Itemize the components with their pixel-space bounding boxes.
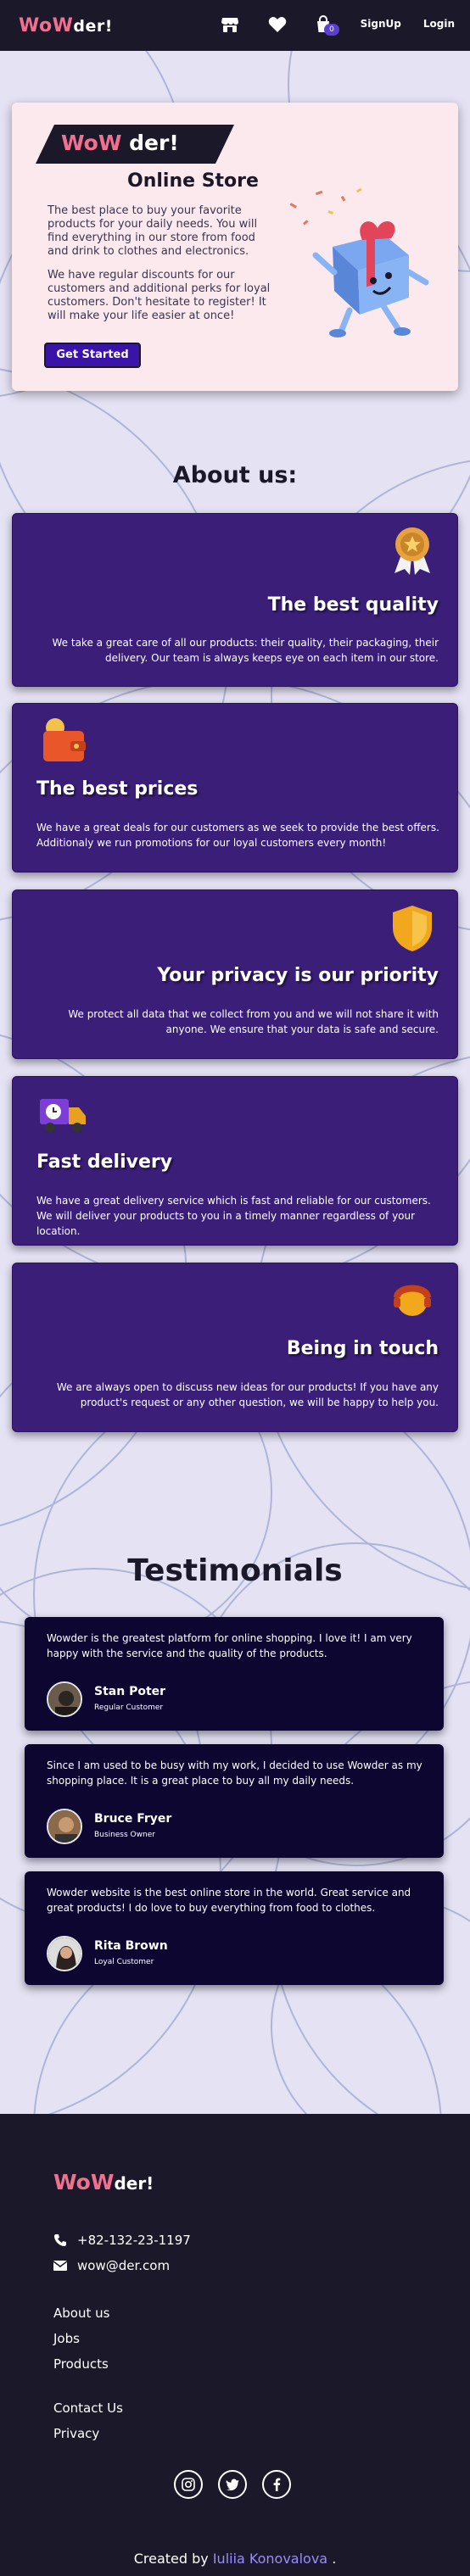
feature-title: The best quality: [267, 594, 439, 616]
feature-text: We take a great care of all our products…: [52, 637, 439, 664]
hero-title: Online Store: [127, 170, 259, 192]
hero-card: WoW der! Online Store The best place to …: [12, 103, 458, 391]
heart-icon[interactable]: [266, 14, 288, 36]
avatar: [47, 1809, 82, 1844]
footer-email[interactable]: wow@der.com: [53, 2258, 170, 2273]
footer-link-jobs[interactable]: Jobs: [53, 2331, 80, 2346]
footer-link-about[interactable]: About us: [53, 2306, 109, 2321]
site-logo[interactable]: WoWder!: [19, 15, 113, 36]
site-footer: WoWder! +82-132-23-1197 wow@der.com Abou…: [0, 2114, 470, 2576]
feature-text: We have a great delivery service which i…: [36, 1195, 431, 1237]
feature-text: We are always open to discuss new ideas …: [56, 1381, 439, 1408]
facebook-icon[interactable]: [262, 2470, 291, 2499]
store-icon[interactable]: [219, 14, 241, 36]
feature-text: We have a great deals for our customers …: [36, 822, 439, 849]
credit-author-link[interactable]: Iuliia Konovalova: [213, 2551, 327, 2567]
avatar: [47, 1681, 82, 1717]
testimonial-role: Business Owner: [94, 1831, 155, 1839]
footer-link-privacy[interactable]: Privacy: [53, 2426, 99, 2441]
hero-paragraph-2: We have regular discounts for our custom…: [48, 269, 271, 322]
social-links: [174, 2470, 291, 2499]
get-started-button[interactable]: Get Started: [44, 343, 141, 368]
gift-box-mascot-icon: [289, 187, 429, 337]
feature-card-delivery: Fast delivery We have a great delivery s…: [12, 1076, 458, 1246]
feature-title: The best prices: [36, 778, 199, 800]
auth-links: SignUp Login: [361, 18, 455, 30]
hero-paragraph-1: The best place to buy your favorite prod…: [48, 204, 258, 258]
site-header: WoWder! 0 SignUp Login: [0, 0, 470, 51]
footer-logo-wow: WoW: [53, 2170, 115, 2194]
login-link[interactable]: Login: [423, 18, 455, 30]
testimonial-role: Regular Customer: [94, 1703, 164, 1712]
logo-wow: WoW: [19, 14, 74, 36]
footer-logo[interactable]: WoWder!: [53, 2170, 154, 2194]
feature-card-quality: The best quality We take a great care of…: [12, 513, 458, 687]
support-agent-icon: [394, 1285, 431, 1316]
testimonial-card: Wowder website is the best online store …: [25, 1871, 444, 1985]
feature-card-support: Being in touch We are always open to dis…: [12, 1263, 458, 1432]
feature-card-prices: The best prices We have a great deals fo…: [12, 703, 458, 873]
email-icon: [53, 2261, 67, 2271]
medal-icon: [394, 527, 430, 575]
footer-logo-der: der!: [114, 2173, 154, 2194]
testimonial-text: Since I am used to be busy with my work,…: [47, 1759, 422, 1787]
phone-icon: [54, 2234, 66, 2246]
feature-title: Being in touch: [286, 1338, 439, 1359]
testimonial-card: Since I am used to be busy with my work,…: [25, 1744, 444, 1858]
footer-link-products[interactable]: Products: [53, 2356, 109, 2372]
signup-link[interactable]: SignUp: [361, 18, 401, 30]
feature-title: Your privacy is our priority: [157, 965, 439, 986]
testimonial-text: Wowder website is the best online store …: [47, 1887, 411, 1914]
main-content: WoW der! Online Store The best place to …: [0, 51, 470, 2114]
cart-count-badge: 0: [324, 24, 339, 36]
cart-icon[interactable]: 0: [312, 14, 339, 36]
credit-suffix: .: [327, 2551, 337, 2567]
twitter-icon[interactable]: [218, 2470, 247, 2499]
footer-link-contact[interactable]: Contact Us: [53, 2400, 123, 2416]
footer-phone[interactable]: +82-132-23-1197: [53, 2233, 191, 2248]
credit-prefix: Created by: [133, 2551, 213, 2567]
avatar: [47, 1936, 82, 1971]
footer-email-text: wow@der.com: [77, 2258, 171, 2273]
footer-credit: Created by Iuliia Konovalova .: [0, 2551, 470, 2567]
testimonial-role: Loyal Customer: [94, 1958, 154, 1966]
testimonial-name: Stan Poter: [94, 1685, 166, 1698]
hero-logo-wow: WoW: [61, 131, 122, 155]
instagram-icon[interactable]: [174, 2470, 203, 2499]
truck-icon: [40, 1099, 86, 1133]
testimonial-name: Bruce Fryer: [94, 1812, 172, 1826]
wallet-icon: [43, 718, 86, 761]
testimonial-text: Wowder is the greatest platform for onli…: [47, 1632, 412, 1659]
hero-logo-der: der!: [129, 131, 179, 155]
feature-card-privacy: Your privacy is our priority We protect …: [12, 889, 458, 1059]
hero-logo: WoW der!: [61, 131, 179, 155]
testimonial-name: Rita Brown: [94, 1939, 168, 1953]
footer-phone-text: +82-132-23-1197: [77, 2233, 191, 2248]
testimonial-card: Wowder is the greatest platform for onli…: [25, 1617, 444, 1731]
about-title: About us:: [172, 462, 298, 488]
shield-icon: [393, 906, 432, 951]
testimonials-title: Testimonials: [127, 1553, 343, 1588]
feature-title: Fast delivery: [36, 1151, 173, 1173]
feature-text: We protect all data that we collect from…: [68, 1008, 439, 1035]
logo-der: der!: [73, 16, 113, 36]
